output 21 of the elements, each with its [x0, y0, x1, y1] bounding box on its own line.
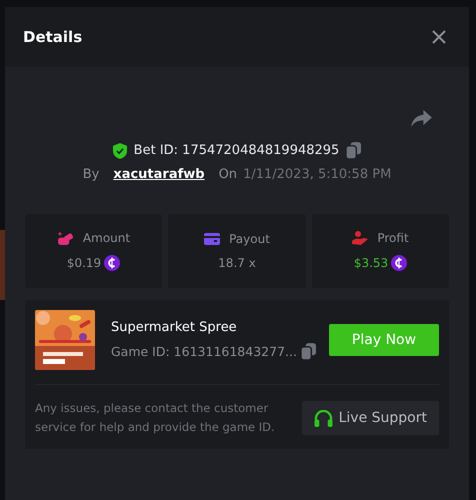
game-title: Supermarket Spree [111, 320, 238, 335]
stat-value: $3.53 [354, 256, 388, 270]
stat-value: $0.19 [66, 256, 102, 270]
by-label: By [82, 167, 100, 182]
stat-value: 18.7 x [218, 256, 256, 270]
headset-icon [314, 410, 333, 426]
bet-id: Bet ID: 1754720484819948295 [134, 143, 340, 158]
share-icon[interactable] [411, 110, 432, 127]
support-message: Any issues, please contact the customer service for help and provide the game ID. [35, 400, 275, 436]
dialog-title: Details [23, 28, 82, 46]
copy-icon[interactable] [300, 343, 316, 360]
stat-label: Amount [82, 231, 130, 245]
on-label: On [218, 167, 238, 182]
copy-icon[interactable] [346, 142, 362, 159]
stat-label: Profit [377, 231, 409, 245]
game-id: Game ID: 16131161843277... [111, 344, 297, 359]
close-icon[interactable] [432, 30, 446, 44]
bet-date: 1/11/2023, 5:10:58 PM [243, 167, 392, 182]
stat-label: Payout [229, 232, 270, 246]
username-link[interactable]: xacutarafwb [113, 167, 205, 182]
live-support-button[interactable]: Live Support [302, 401, 439, 435]
